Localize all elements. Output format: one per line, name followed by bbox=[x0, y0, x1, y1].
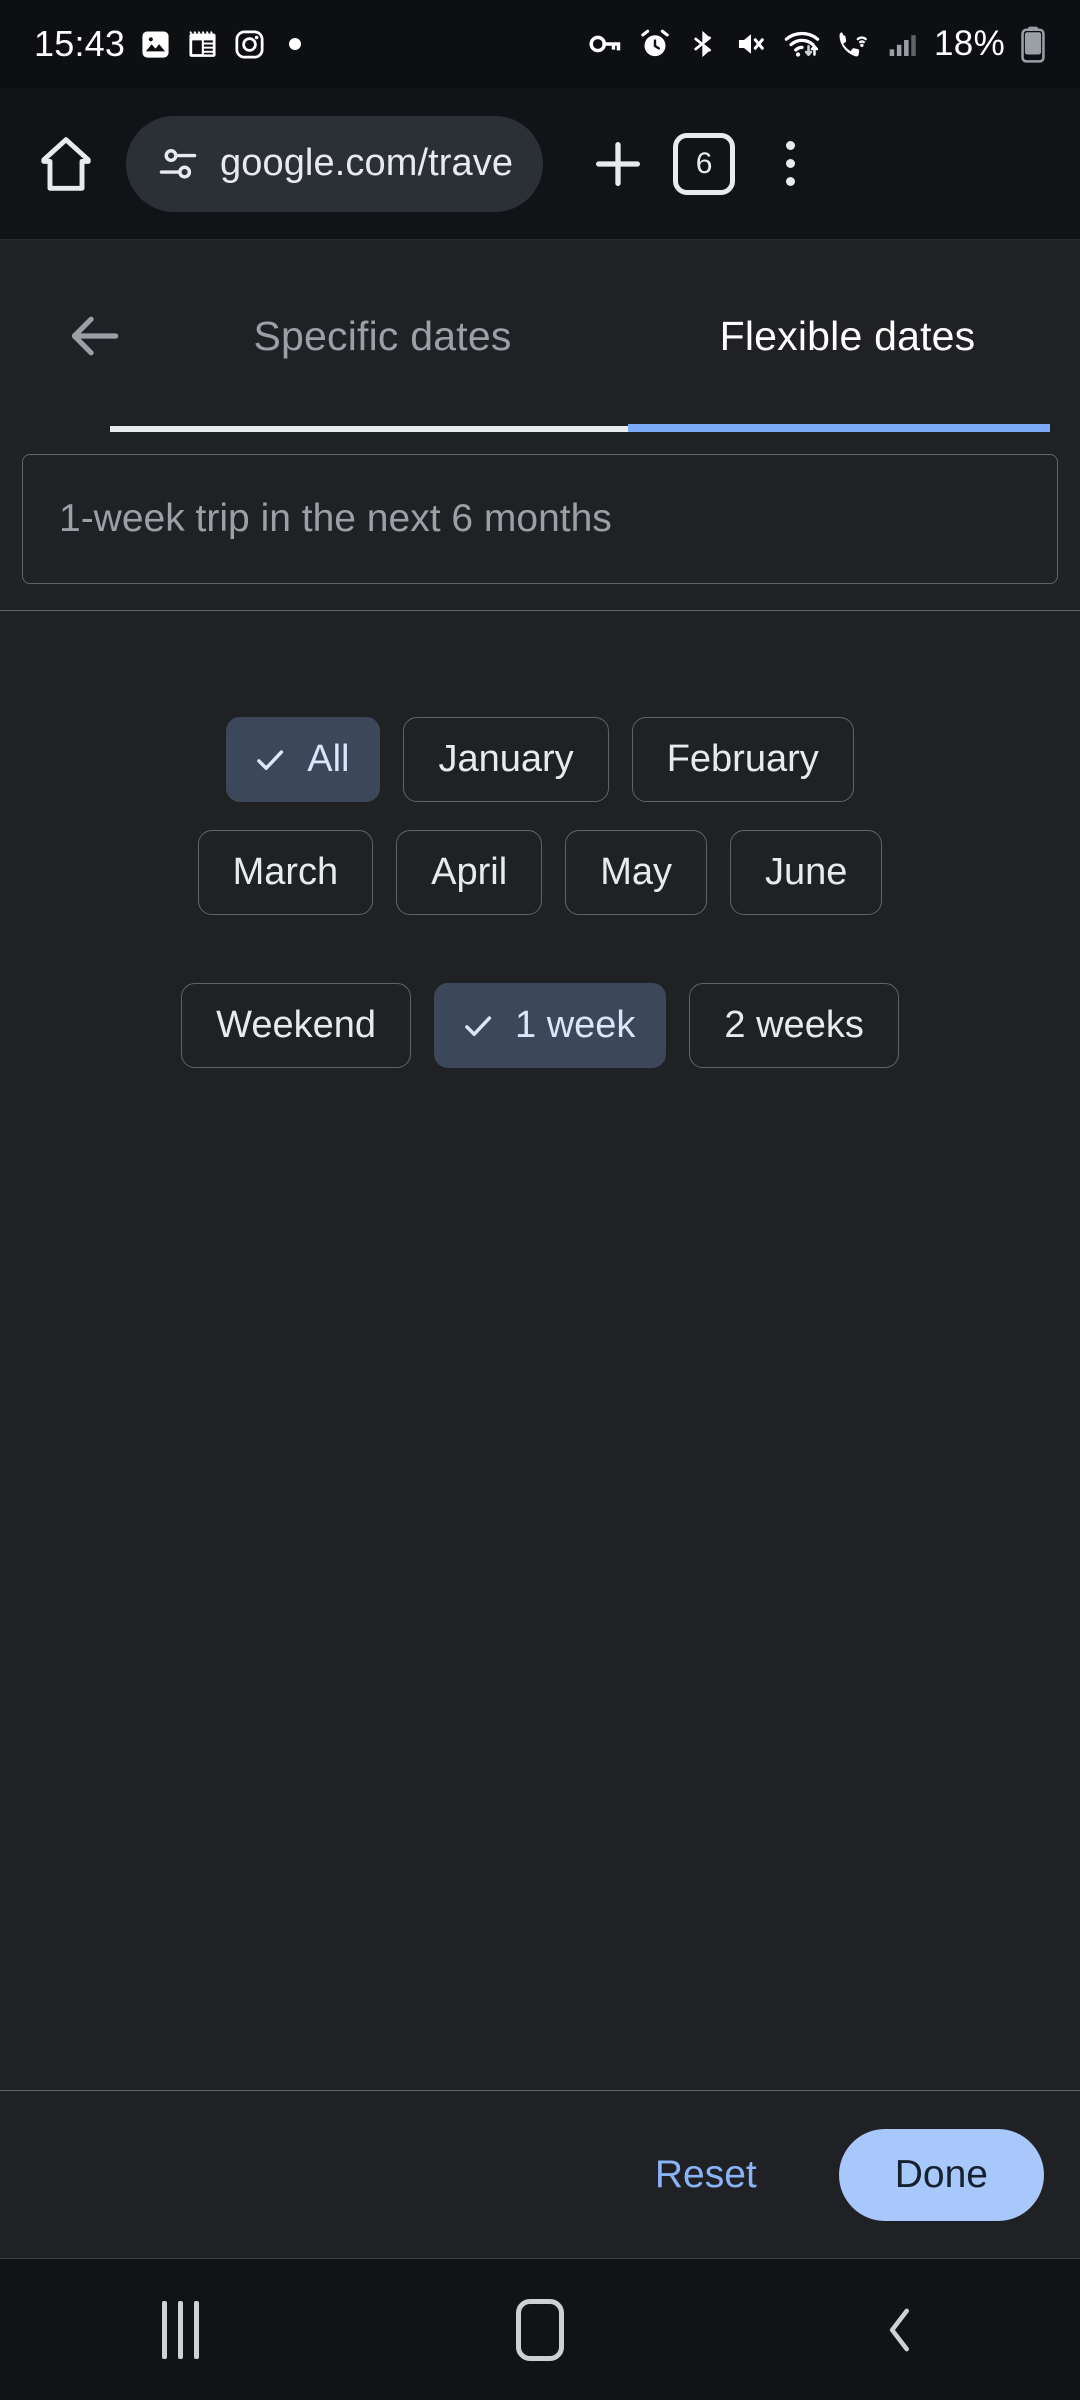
url-text: google.com/trave bbox=[220, 142, 514, 184]
chip-2-weeks[interactable]: 2 weeks bbox=[689, 983, 899, 1068]
android-nav-bar bbox=[0, 2258, 1080, 2400]
footer-actions: Reset Done bbox=[0, 2090, 1080, 2258]
tab-switcher-button[interactable]: 6 bbox=[661, 121, 747, 207]
wifi-icon bbox=[783, 27, 821, 61]
battery-icon bbox=[1020, 25, 1046, 63]
month-row-2: March April May June bbox=[0, 830, 1080, 915]
tabs-container: Specific dates Flexible dates bbox=[150, 240, 1080, 432]
more-vert-icon[interactable] bbox=[747, 121, 833, 207]
chip-label: June bbox=[765, 851, 848, 893]
url-bar[interactable]: google.com/trave bbox=[126, 115, 544, 212]
status-bar-right: 18% bbox=[587, 24, 1046, 64]
chip-1-week[interactable]: 1 week bbox=[434, 983, 667, 1068]
chip-label: All bbox=[307, 738, 350, 780]
chip-june[interactable]: June bbox=[730, 830, 883, 915]
chip-march[interactable]: March bbox=[197, 830, 374, 915]
chip-may[interactable]: May bbox=[565, 830, 707, 915]
chip-label: January bbox=[438, 738, 574, 780]
summary-field-wrapper: 1-week trip in the next 6 months bbox=[0, 432, 1080, 611]
battery-percentage: 18% bbox=[934, 24, 1005, 63]
arrow-back-icon[interactable] bbox=[40, 305, 150, 367]
plus-icon[interactable] bbox=[575, 121, 661, 207]
tab-count: 6 bbox=[673, 132, 736, 195]
chip-label: May bbox=[600, 851, 672, 893]
tab-active-indicator bbox=[628, 424, 1050, 432]
tune-icon[interactable] bbox=[156, 142, 200, 186]
home-square-icon[interactable] bbox=[440, 2259, 640, 2400]
date-mode-tabs: Specific dates Flexible dates bbox=[0, 240, 1080, 432]
status-bar: 15:43 18% bbox=[0, 0, 1080, 88]
chip-label: 1 week bbox=[515, 1004, 636, 1046]
recents-icon[interactable] bbox=[80, 2259, 280, 2400]
phone-screen: 15:43 18% google.com/trave 6 Specific da… bbox=[0, 0, 1080, 2400]
check-icon bbox=[459, 1007, 497, 1045]
trip-summary-field[interactable]: 1-week trip in the next 6 months bbox=[22, 454, 1058, 584]
duration-row: Weekend 1 week 2 weeks bbox=[0, 983, 1080, 1068]
done-button[interactable]: Done bbox=[838, 2128, 1044, 2221]
signal-bars-icon bbox=[887, 28, 919, 60]
page-content: Specific dates Flexible dates 1-week tri… bbox=[0, 240, 1080, 2258]
home-icon[interactable] bbox=[28, 126, 104, 202]
instagram-icon bbox=[233, 28, 266, 61]
chip-label: March bbox=[232, 851, 339, 893]
wifi-calling-icon bbox=[836, 27, 872, 61]
chip-label: April bbox=[431, 851, 508, 893]
calendar-icon bbox=[186, 28, 219, 61]
chip-label: 2 weeks bbox=[724, 1004, 864, 1046]
chip-january[interactable]: January bbox=[403, 717, 609, 802]
chip-label: Weekend bbox=[216, 1004, 377, 1046]
reset-button[interactable]: Reset bbox=[629, 2135, 783, 2215]
chip-all[interactable]: All bbox=[226, 717, 381, 802]
photos-icon bbox=[139, 28, 172, 61]
status-bar-clock: 15:43 bbox=[34, 23, 126, 64]
tab-specific-dates[interactable]: Specific dates bbox=[150, 240, 615, 432]
chips-area: All January February March April May Jun… bbox=[0, 611, 1080, 2090]
alarm-icon bbox=[638, 27, 672, 61]
vpn-key-icon bbox=[587, 26, 623, 62]
check-icon bbox=[251, 741, 289, 779]
chip-february[interactable]: February bbox=[631, 717, 854, 802]
back-chevron-icon[interactable] bbox=[800, 2259, 1000, 2400]
browser-toolbar: google.com/trave 6 bbox=[0, 88, 1080, 240]
tab-flexible-dates[interactable]: Flexible dates bbox=[615, 240, 1080, 432]
status-bar-left: 15:43 bbox=[34, 23, 302, 65]
bluetooth-icon bbox=[687, 28, 719, 60]
month-row-1: All January February bbox=[0, 717, 1080, 802]
dot-indicator-icon bbox=[288, 37, 302, 51]
mute-icon bbox=[734, 27, 768, 61]
chip-april[interactable]: April bbox=[396, 830, 543, 915]
chip-label: February bbox=[666, 738, 819, 780]
chip-weekend[interactable]: Weekend bbox=[181, 983, 412, 1068]
